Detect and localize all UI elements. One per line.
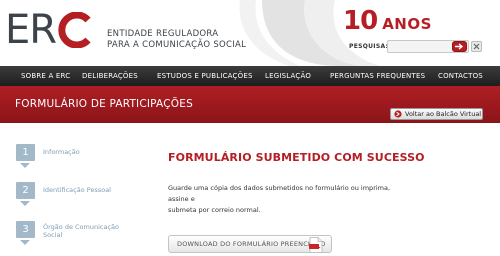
nav-item-deliberacoes[interactable]: DELIBERAÇÕES bbox=[82, 72, 138, 80]
search-button[interactable] bbox=[452, 41, 467, 52]
anniversary-number: 10 bbox=[343, 6, 378, 36]
nav-item-sobre-a-erc[interactable]: SOBRE A ERC bbox=[21, 72, 70, 80]
entity-name-line1: ENTIDADE REGULADORA bbox=[107, 29, 219, 39]
main-nav: SOBRE A ERC DELIBERAÇÕES ESTUDOS E PUBLI… bbox=[0, 66, 500, 86]
download-form-button[interactable]: DOWNLOAD DO FORMULÁRIO PREENCHIDO bbox=[168, 235, 332, 253]
back-button-label: Voltar ao Balcão Virtual bbox=[405, 110, 482, 118]
logo-letters: ER bbox=[5, 7, 57, 53]
steps-sidebar: 1 Informação 2 Identificação Pessoal 3 Ó… bbox=[0, 123, 135, 256]
page-title: FORMULÁRIO DE PARTICIPAÇÕES bbox=[15, 98, 193, 110]
search-label: PESQUISA: bbox=[349, 43, 389, 50]
step-number: 2 bbox=[16, 182, 35, 199]
download-button-label: DOWNLOAD DO FORMULÁRIO PREENCHIDO bbox=[177, 240, 326, 248]
step-number: 3 bbox=[16, 221, 35, 238]
clear-search-button[interactable] bbox=[471, 41, 482, 52]
nav-item-estudos-e-publicacoes[interactable]: ESTUDOS E PUBLICAÇÕES bbox=[157, 72, 253, 80]
step-label: Identificação Pessoal bbox=[43, 186, 111, 194]
step-label: Informação bbox=[43, 148, 80, 156]
site-header: ER ENTIDADE REGULADORA PARA A COMUNICAÇÃ… bbox=[0, 0, 500, 66]
success-message-line1: Guarde uma cópia dos dados submetidos no… bbox=[168, 184, 391, 203]
step-label: Órgão de Comunicação Social bbox=[43, 223, 120, 239]
success-message-line2: submeta por correio normal. bbox=[168, 206, 261, 214]
nav-item-contactos[interactable]: CONTACTOS bbox=[438, 72, 483, 80]
success-message: Guarde uma cópia dos dados submetidos no… bbox=[168, 183, 403, 216]
step-connector-icon bbox=[20, 163, 30, 168]
back-to-virtual-counter-button[interactable]: Voltar ao Balcão Virtual bbox=[390, 108, 483, 120]
nav-item-legislacao[interactable]: LEGISLAÇÃO bbox=[265, 72, 311, 80]
arrow-right-icon bbox=[394, 110, 402, 118]
step-number: 1 bbox=[16, 144, 35, 161]
nav-item-perguntas-frequentes[interactable]: PERGUNTAS FREQUENTES bbox=[330, 72, 425, 80]
step-connector-icon bbox=[20, 240, 30, 245]
anniversary-word: ANOS bbox=[382, 15, 432, 33]
success-title: FORMULÁRIO SUBMETIDO COM SUCESSO bbox=[168, 151, 425, 164]
erc-logo[interactable]: ER bbox=[5, 9, 93, 51]
entity-name-line2: PARA A COMUNICAÇÃO SOCIAL bbox=[107, 40, 247, 50]
arrow-right-icon bbox=[455, 43, 464, 50]
entity-name: ENTIDADE REGULADORA PARA A COMUNICAÇÃO S… bbox=[107, 29, 246, 51]
step-connector-icon bbox=[20, 201, 30, 206]
logo-c-arc-icon bbox=[58, 12, 91, 48]
close-icon bbox=[473, 43, 480, 50]
pdf-icon bbox=[309, 237, 323, 253]
anniversary-badge: 10 ANOS bbox=[343, 6, 432, 36]
